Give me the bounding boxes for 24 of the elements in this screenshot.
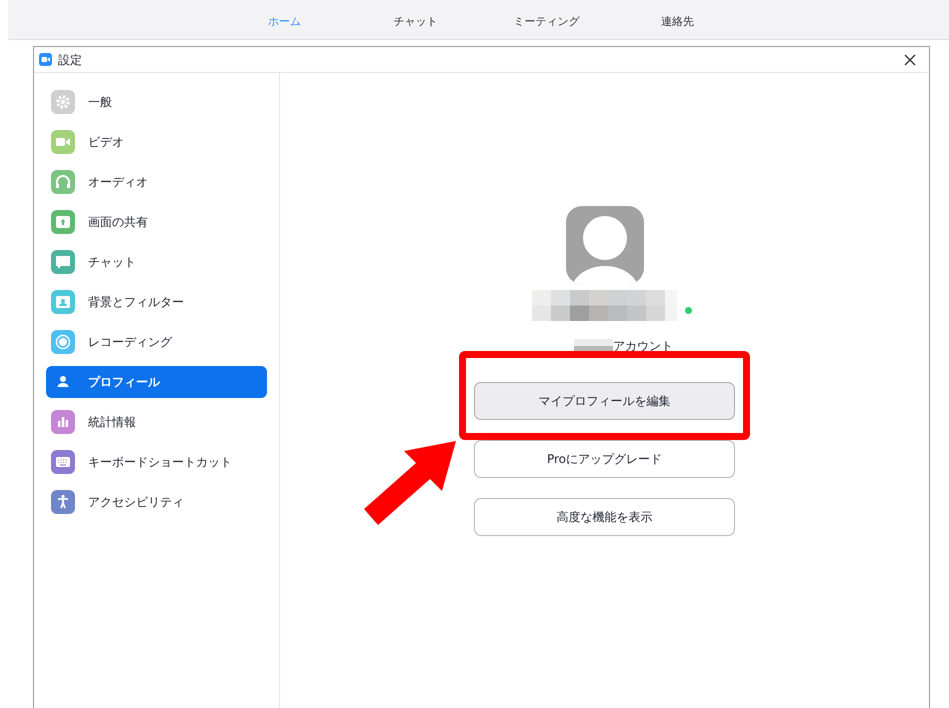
app-logo-icon [39,53,52,66]
profile-button[interactable]: Proにアップグレード [474,440,735,478]
nav-tab[interactable]: 連絡先 [612,14,743,30]
sidebar-item[interactable]: レコーディング [46,326,267,358]
nav-tab[interactable]: チャット [350,14,481,30]
sidebar-item[interactable]: 背景とフィルター [46,286,267,318]
account-type-label: アカウント [613,338,673,355]
sidebar-item[interactable]: ビデオ [46,126,267,158]
sidebar-item[interactable]: アクセシビリティ [46,486,267,518]
sidebar-item[interactable]: 一般 [46,86,267,118]
sidebar-item[interactable]: 統計情報 [46,406,267,438]
close-icon[interactable] [904,54,916,66]
profile-button[interactable]: 高度な機能を表示 [474,498,735,536]
window-title: 設定 [58,52,82,68]
sidebar-item[interactable]: 画面の共有 [46,206,267,238]
profile-button[interactable]: マイプロフィールを編集 [474,382,735,420]
nav-tab[interactable]: ミーティング [481,14,612,30]
sidebar-item[interactable]: キーボードショートカット [46,446,267,478]
pixelated-name [574,339,613,353]
sidebar-item[interactable]: チャット [46,246,267,278]
avatar-icon [566,206,644,284]
sidebar-item[interactable]: オーディオ [46,166,267,198]
arrow-icon [364,441,456,525]
sidebar-item[interactable]: プロフィール [46,366,267,398]
